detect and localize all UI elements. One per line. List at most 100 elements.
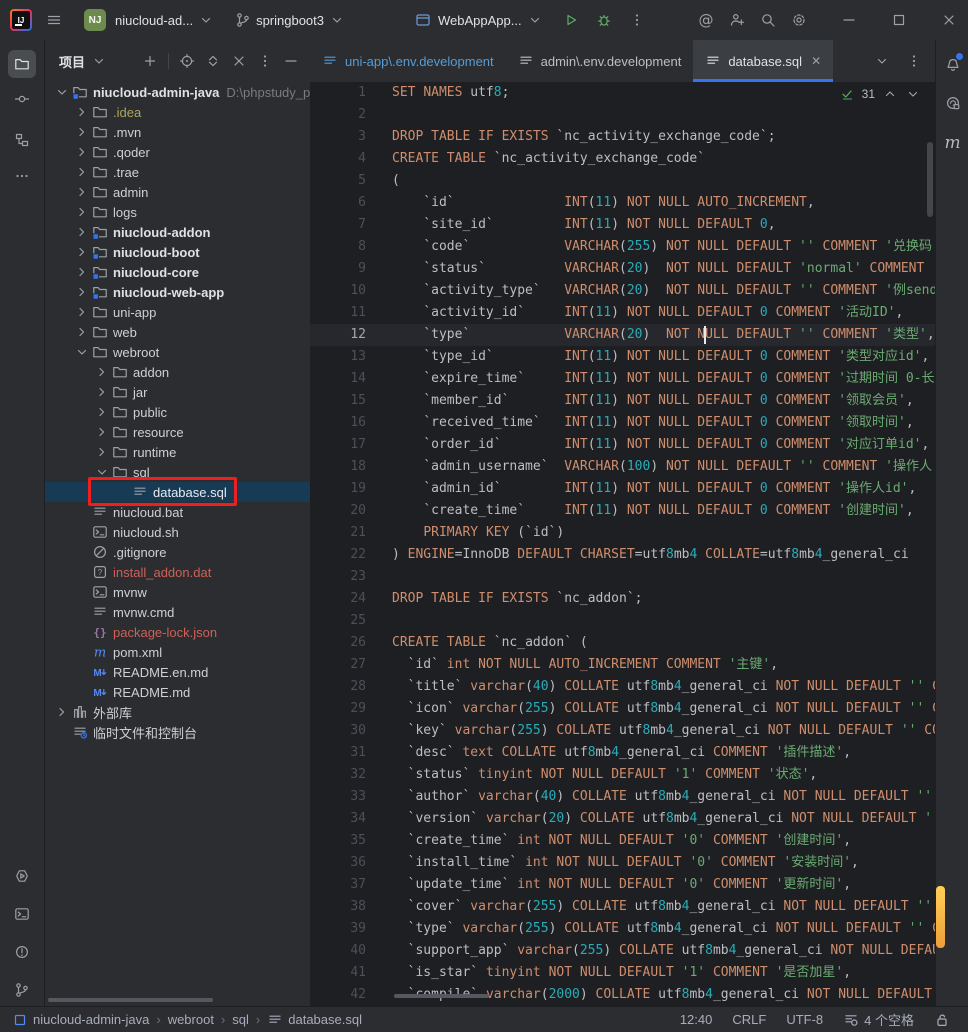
- git-tool-button[interactable]: [8, 976, 36, 1004]
- tree-item-niucloud-addon[interactable]: niucloud-addon: [45, 222, 310, 242]
- chevron-right-icon[interactable]: [53, 704, 71, 720]
- editor-vertical-scrollbar[interactable]: [927, 142, 933, 217]
- tree-item-install_addon.dat[interactable]: ?install_addon.dat: [45, 562, 310, 582]
- more-tools-button[interactable]: [8, 162, 36, 190]
- problems-tool-button[interactable]: [8, 938, 36, 966]
- chevron-right-icon[interactable]: [93, 364, 111, 380]
- chevron-up-icon[interactable]: [882, 86, 898, 102]
- breadcrumb-item-webroot[interactable]: webroot: [168, 1012, 214, 1027]
- tree-item-addon[interactable]: addon: [45, 362, 310, 382]
- chevron-right-icon[interactable]: [73, 184, 91, 200]
- chevron-right-icon[interactable]: [73, 104, 91, 120]
- tree-item-sql[interactable]: sql: [45, 462, 310, 482]
- indent-setting[interactable]: 4 个空格: [843, 1010, 914, 1029]
- panel-options-button[interactable]: [254, 50, 276, 72]
- debug-button[interactable]: [591, 7, 617, 33]
- tree-item-pom.xml[interactable]: mpom.xml: [45, 642, 310, 662]
- chevron-right-icon[interactable]: [73, 224, 91, 240]
- chevron-right-icon[interactable]: [73, 204, 91, 220]
- chevron-down-icon[interactable]: [73, 344, 91, 360]
- main-menu-button[interactable]: [41, 7, 67, 33]
- more-run-actions-button[interactable]: [624, 7, 650, 33]
- locate-file-button[interactable]: [176, 50, 198, 72]
- tree-item-.qoder[interactable]: .qoder: [45, 142, 310, 162]
- tree-item-niucloud-admin-java[interactable]: niucloud-admin-javaD:\phpstudy_pr: [45, 82, 310, 102]
- tree-horizontal-scrollbar[interactable]: [48, 998, 213, 1002]
- chevron-right-icon[interactable]: [73, 124, 91, 140]
- chevron-down-icon[interactable]: [93, 464, 111, 480]
- tab-list-button[interactable]: [869, 48, 895, 74]
- chevron-right-icon[interactable]: [73, 284, 91, 300]
- tree-item-niucloud.bat[interactable]: niucloud.bat: [45, 502, 310, 522]
- tree-item-public[interactable]: public: [45, 402, 310, 422]
- chevron-right-icon[interactable]: [73, 324, 91, 340]
- tree-item-jar[interactable]: jar: [45, 382, 310, 402]
- file-lock-toggle[interactable]: [934, 1011, 950, 1028]
- tree-item-runtime[interactable]: runtime: [45, 442, 310, 462]
- tree-item-临时文件和控制台[interactable]: 临时文件和控制台: [45, 722, 310, 742]
- chevron-right-icon[interactable]: [73, 304, 91, 320]
- structure-tool-button[interactable]: [8, 126, 36, 154]
- run-configuration-selector[interactable]: WebAppApp...: [438, 12, 543, 29]
- tree-item-database.sql[interactable]: database.sql: [45, 482, 310, 502]
- add-button[interactable]: [139, 50, 161, 72]
- tree-item-.gitignore[interactable]: .gitignore: [45, 542, 310, 562]
- commit-tool-button[interactable]: [8, 85, 36, 113]
- tree-item-.trae[interactable]: .trae: [45, 162, 310, 182]
- run-tool-button[interactable]: [8, 862, 36, 890]
- tree-item-niucloud-web-app[interactable]: niucloud-web-app: [45, 282, 310, 302]
- project-tool-button[interactable]: [8, 50, 36, 78]
- tree-item-niucloud.sh[interactable]: niucloud.sh: [45, 522, 310, 542]
- tree-item-uni-app[interactable]: uni-app: [45, 302, 310, 322]
- tab-options-button[interactable]: [901, 48, 927, 74]
- project-panel-title[interactable]: 项目: [59, 52, 85, 71]
- tab-admin-.env.development[interactable]: admin\.env.development: [506, 40, 694, 82]
- tree-item-package-lock.json[interactable]: {}package-lock.json: [45, 622, 310, 642]
- tree-item-README.md[interactable]: MREADME.md: [45, 682, 310, 702]
- tab-database.sql[interactable]: database.sql✕: [693, 40, 833, 82]
- tab-uni-app-.env.development[interactable]: uni-app\.env.development: [310, 40, 506, 82]
- tree-item-mvnw[interactable]: mvnw: [45, 582, 310, 602]
- tree-item-README.en.md[interactable]: MREADME.en.md: [45, 662, 310, 682]
- tree-item-外部库[interactable]: 外部库: [45, 702, 310, 722]
- project-switcher[interactable]: niucloud-ad...: [115, 12, 214, 29]
- tree-item-.idea[interactable]: .idea: [45, 102, 310, 122]
- chevron-right-icon[interactable]: [73, 244, 91, 260]
- chevron-down-icon[interactable]: [53, 84, 71, 100]
- terminal-tool-button[interactable]: [8, 900, 36, 928]
- editor-horizontal-scrollbar[interactable]: [394, 994, 489, 998]
- file-encoding[interactable]: UTF-8: [786, 1012, 823, 1027]
- maven-tool-button[interactable]: m: [940, 130, 965, 155]
- chevron-right-icon[interactable]: [73, 144, 91, 160]
- expand-all-button[interactable]: [202, 50, 224, 72]
- tree-item-.mvn[interactable]: .mvn: [45, 122, 310, 142]
- hide-panel-button[interactable]: [280, 50, 302, 72]
- inspection-widget[interactable]: 31: [839, 86, 921, 102]
- tree-item-admin[interactable]: admin: [45, 182, 310, 202]
- chevron-right-icon[interactable]: [93, 404, 111, 420]
- run-button[interactable]: [558, 7, 584, 33]
- close-tab-icon[interactable]: ✕: [811, 54, 821, 68]
- close-button[interactable]: [936, 7, 962, 33]
- breadcrumb-item-database.sql[interactable]: database.sql: [267, 1011, 362, 1028]
- notifications-button[interactable]: [940, 52, 965, 77]
- settings-button[interactable]: [786, 7, 812, 33]
- tree-item-web[interactable]: web: [45, 322, 310, 342]
- tree-item-niucloud-boot[interactable]: niucloud-boot: [45, 242, 310, 262]
- collapse-all-button[interactable]: [228, 50, 250, 72]
- chevron-right-icon[interactable]: [73, 164, 91, 180]
- minimize-button[interactable]: [836, 7, 862, 33]
- tree-item-webroot[interactable]: webroot: [45, 342, 310, 362]
- tree-item-logs[interactable]: logs: [45, 202, 310, 222]
- caret-position[interactable]: 12:40: [680, 1012, 713, 1027]
- chevron-right-icon[interactable]: [93, 424, 111, 440]
- ai-tool-button[interactable]: [940, 90, 965, 115]
- chevron-right-icon[interactable]: [93, 384, 111, 400]
- tree-item-mvnw.cmd[interactable]: mvnw.cmd: [45, 602, 310, 622]
- code-editor[interactable]: 1SET NAMES utf8;23DROP TABLE IF EXISTS `…: [310, 82, 935, 1006]
- line-separator[interactable]: CRLF: [732, 1012, 766, 1027]
- chevron-right-icon[interactable]: [93, 444, 111, 460]
- maximize-button[interactable]: [886, 7, 912, 33]
- ai-assistant-button[interactable]: @: [693, 7, 719, 33]
- chevron-down-icon[interactable]: [905, 86, 921, 102]
